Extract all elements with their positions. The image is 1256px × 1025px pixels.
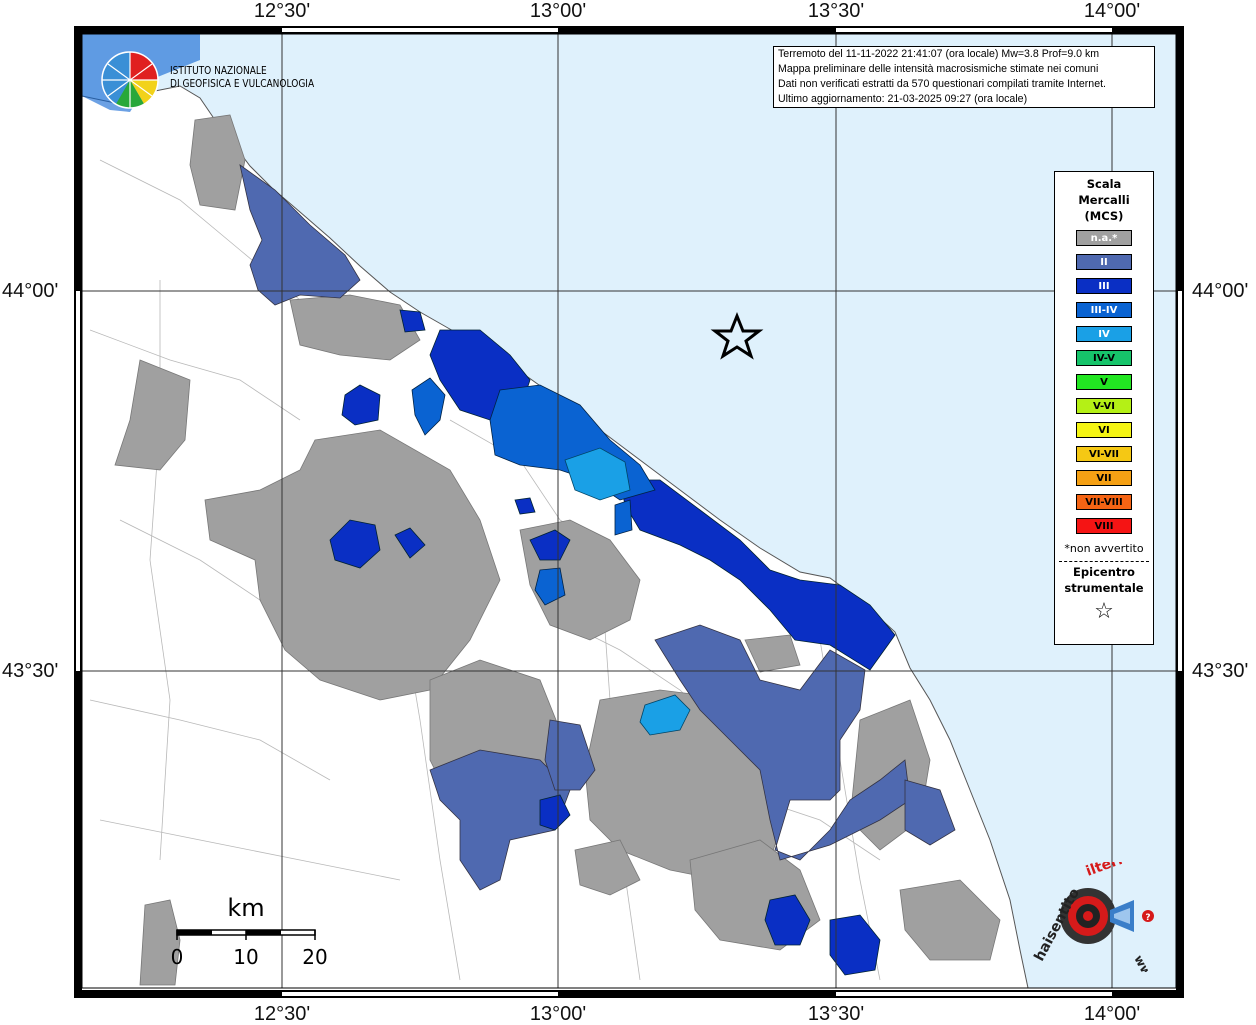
legend-swatch: n.a.* (1076, 230, 1132, 246)
legend-title: Scala Mercalli (MCS) (1055, 176, 1153, 224)
ingv-logo-icon (101, 51, 159, 109)
ingv-logo-text: ISTITUTO NAZIONALE DI GEOFISICA E VULCAN… (170, 64, 314, 90)
legend-items: n.a.* II III III-IV IV IV-V V V-VI VI VI-VII VII VI… (1055, 230, 1153, 534)
lat-label-right-4330: 43°30' (1192, 660, 1249, 682)
legend-swatch: II (1076, 254, 1132, 270)
event-info-line2: Mappa preliminare delle intensità macros… (778, 63, 1099, 75)
mcs-legend: Scala Mercalli (MCS) n.a.* II III III-IV IV I… (1054, 171, 1154, 645)
legend-epicenter-line1: Epicentro (1073, 565, 1135, 579)
lon-label-bottom-1300: 13°00' (529, 1003, 587, 1025)
haisentito-logo-prefix: www. (1131, 953, 1161, 972)
legend-swatch: III (1076, 278, 1132, 294)
lat-label-right-4400: 44°00' (1192, 280, 1249, 302)
legend-swatch: V (1076, 374, 1132, 390)
lon-label-top-1230: 12°30' (253, 0, 311, 22)
legend-epicenter-label: Epicentro strumentale (1055, 564, 1153, 596)
scale-bar-tick-20: 20 (302, 945, 327, 969)
legend-swatch: VII (1076, 470, 1132, 486)
intensity-map (74, 26, 1184, 998)
ingv-logo-line2: DI GEOFISICA E VULCANOLOGIA (170, 77, 315, 90)
legend-separator (1059, 561, 1149, 562)
legend-title-line1: Scala (1086, 177, 1122, 191)
legend-swatch: VII-VIII (1076, 494, 1132, 510)
svg-text:?: ? (1145, 913, 1150, 923)
event-info-line3: Dati non verificati estratti da 570 ques… (778, 78, 1106, 90)
legend-swatch: IV (1076, 326, 1132, 342)
legend-swatch: III-IV (1076, 302, 1132, 318)
lon-label-bottom-1400: 14°00' (1083, 1003, 1141, 1025)
legend-swatch: VIII (1076, 518, 1132, 534)
ingv-logo-line1: ISTITUTO NAZIONALE (170, 64, 267, 77)
event-info-line1: Terremoto del 11-11-2022 21:41:07 (ora l… (778, 48, 1100, 60)
scale-bar-unit: km (227, 894, 264, 922)
legend-swatch: VI-VII (1076, 446, 1132, 462)
scale-bar-tick-10: 10 (233, 945, 258, 969)
event-info-box: Terremoto del 11-11-2022 21:41:07 (ora l… (773, 46, 1155, 108)
legend-swatch: VI (1076, 422, 1132, 438)
legend-swatch: IV-V (1076, 350, 1132, 366)
lat-label-left-4400: 44°00' (2, 280, 59, 302)
lon-label-top-1330: 13°30' (807, 0, 865, 22)
lon-label-top-1400: 14°00' (1083, 0, 1141, 22)
lon-label-bottom-1230: 12°30' (253, 1003, 311, 1025)
scale-bar-tick-0: 0 (171, 945, 184, 969)
haisentito-logo-icon: ? haisentito ilterremoto.it www. (1031, 862, 1162, 972)
legend-star-icon: ☆ (1094, 599, 1114, 624)
lon-label-bottom-1330: 13°30' (807, 1003, 865, 1025)
scale-bar: km 0 10 20 (171, 894, 328, 969)
legend-title-line2: Mercalli (1078, 193, 1130, 207)
haisentito-logo-text-red: ilterremoto.it (1084, 862, 1162, 880)
legend-note: *non avvertito (1064, 542, 1144, 555)
lon-label-top-1300: 13°00' (529, 0, 587, 22)
legend-title-line3: (MCS) (1084, 209, 1124, 223)
event-info-line4: Ultimo aggiornamento: 21-03-2025 09:27 (… (778, 93, 1028, 105)
legend-swatch: V-VI (1076, 398, 1132, 414)
lat-label-left-4330: 43°30' (2, 660, 59, 682)
legend-epicenter-line2: strumentale (1064, 581, 1144, 595)
